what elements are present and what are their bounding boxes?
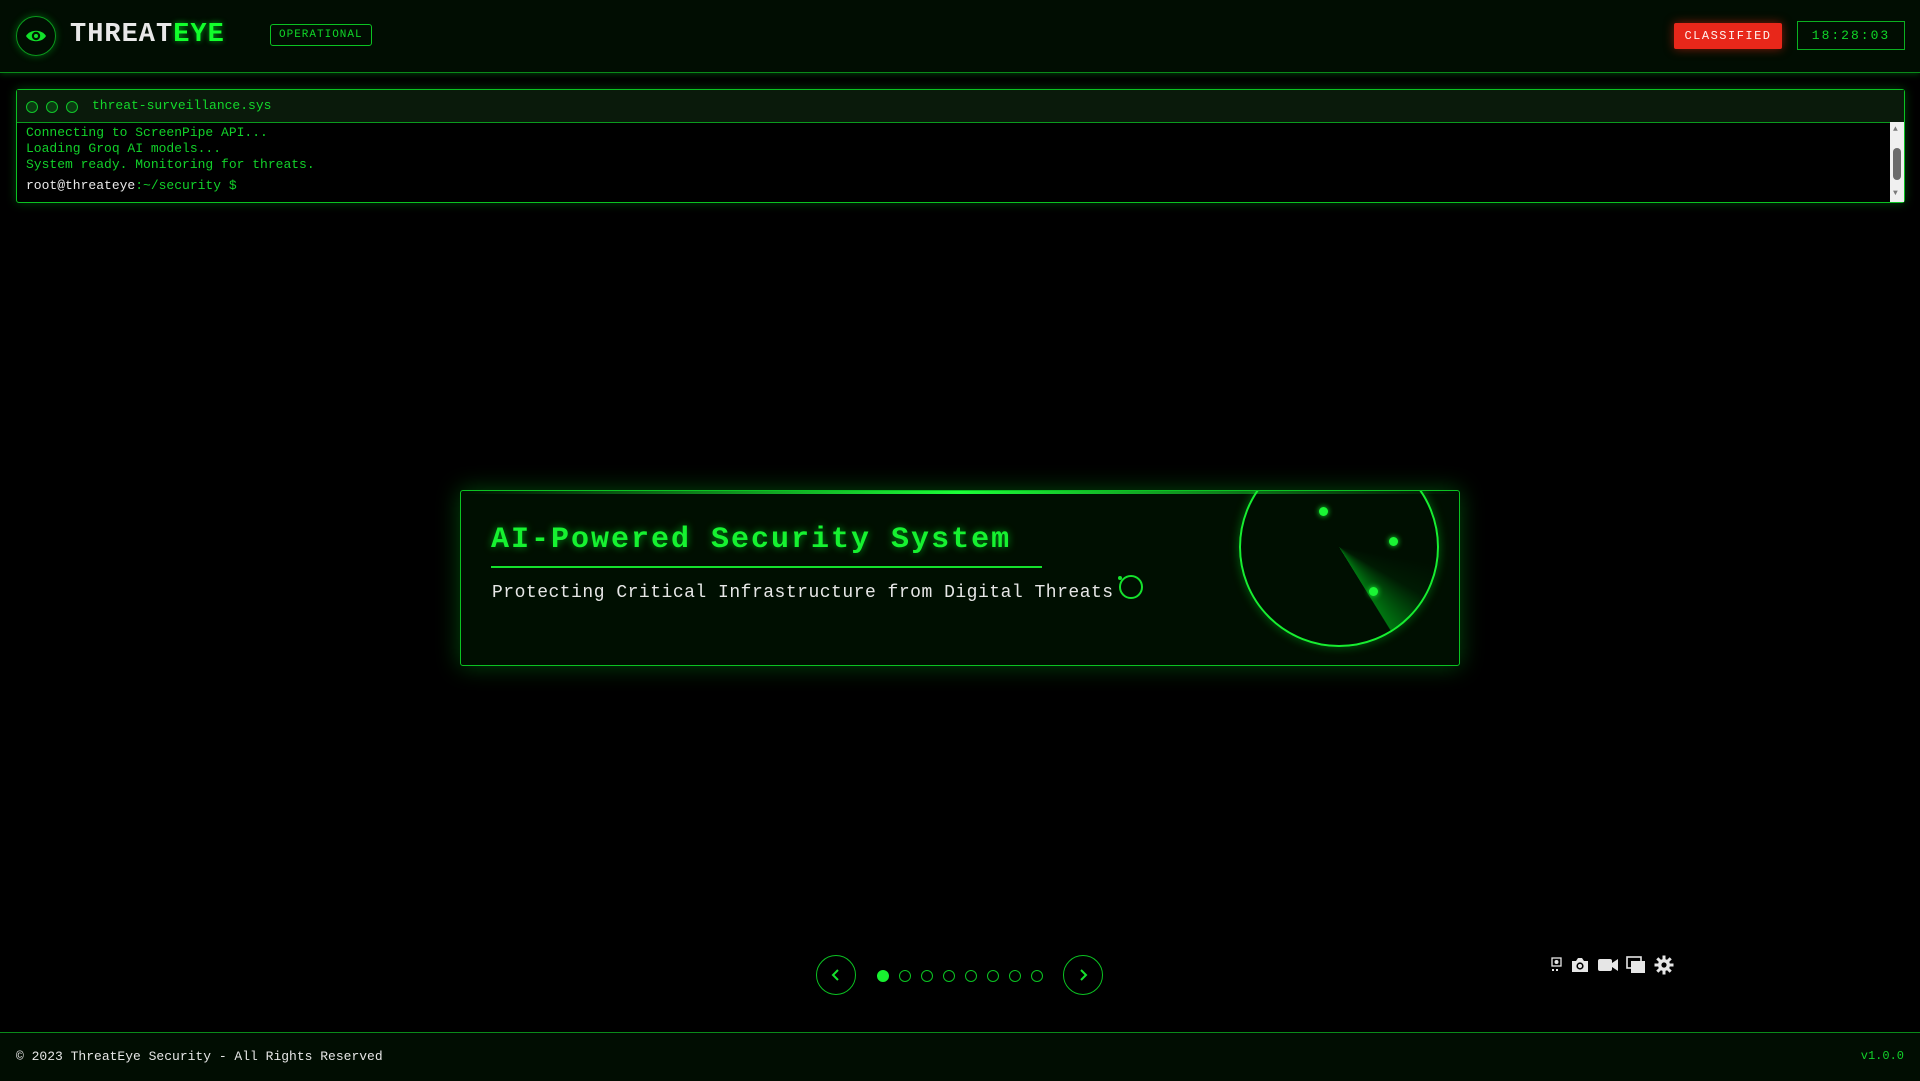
video-icon[interactable] <box>1596 954 1620 976</box>
terminal-window: threat-surveillance.sys Connecting to Sc… <box>16 89 1905 203</box>
terminal-titlebar: threat-surveillance.sys <box>17 90 1904 123</box>
top-header: THREATEYE OPERATIONAL CLASSIFIED 18:28:0… <box>0 0 1920 73</box>
brand-name: THREATEYE <box>70 16 225 54</box>
window-icon[interactable] <box>1624 954 1648 976</box>
terminal-line: Connecting to ScreenPipe API... <box>26 125 268 140</box>
terminal-line: Loading Groq AI models... <box>26 141 222 156</box>
cursor-ring-icon <box>1119 575 1143 599</box>
window-dot-close[interactable] <box>26 101 38 113</box>
prompt-path: :~/security $ <box>135 178 237 193</box>
radar-blip <box>1369 587 1378 596</box>
classified-badge: CLASSIFIED <box>1674 23 1782 49</box>
page-footer: © 2023 ThreatEye Security - All Rights R… <box>0 1032 1920 1081</box>
cursor-dot-icon <box>1118 576 1122 580</box>
scroll-down-icon[interactable]: ▼ <box>1893 190 1898 198</box>
brand-name-part1: THREAT <box>70 20 174 50</box>
scrollbar-thumb[interactable] <box>1893 148 1901 180</box>
copyright-text: © 2023 ThreatEye Security - All Rights R… <box>16 1049 383 1064</box>
hero-subtitle: Protecting Critical Infrastructure from … <box>492 583 1114 603</box>
carousel-dot-5[interactable] <box>965 970 977 982</box>
carousel-prev-button[interactable] <box>816 955 856 995</box>
chevron-right-icon <box>1080 969 1088 981</box>
terminal-title: threat-surveillance.sys <box>92 98 272 113</box>
carousel-dot-7[interactable] <box>1009 970 1021 982</box>
screenshot-icon[interactable] <box>1550 954 1564 976</box>
prompt-user: root@threateye <box>26 178 136 193</box>
capture-toolbar <box>1546 953 1676 977</box>
window-dot-minimize[interactable] <box>46 101 58 113</box>
terminal-output: Connecting to ScreenPipe API... Loading … <box>17 123 1904 196</box>
brand-name-part2: EYE <box>173 20 225 50</box>
radar-sweep <box>1241 491 1437 645</box>
carousel-dot-6[interactable] <box>987 970 999 982</box>
chevron-left-icon <box>831 969 839 981</box>
system-clock: 18:28:03 <box>1797 21 1905 50</box>
terminal-scrollbar[interactable]: ▲ ▼ <box>1890 122 1904 202</box>
radar-icon <box>1239 491 1439 647</box>
carousel-dot-3[interactable] <box>921 970 933 982</box>
hero-title-underline <box>491 566 1042 568</box>
scroll-up-icon[interactable]: ▲ <box>1893 126 1898 134</box>
radar-blip <box>1319 507 1328 516</box>
status-badge: OPERATIONAL <box>270 24 372 46</box>
radar-blip <box>1389 537 1398 546</box>
carousel-dot-1[interactable] <box>877 970 889 982</box>
version-label: v1.0.0 <box>1860 1049 1904 1063</box>
eye-logo-icon <box>16 16 56 56</box>
window-dot-maximize[interactable] <box>66 101 78 113</box>
carousel-next-button[interactable] <box>1063 955 1103 995</box>
terminal-line: System ready. Monitoring for threats. <box>26 157 315 172</box>
hero-title: AI-Powered Security System <box>491 523 1012 557</box>
carousel-dot-4[interactable] <box>943 970 955 982</box>
camera-icon[interactable] <box>1568 954 1592 976</box>
carousel-dot-8[interactable] <box>1031 970 1043 982</box>
carousel-dot-2[interactable] <box>899 970 911 982</box>
hero-card: AI-Powered Security System Protecting Cr… <box>460 490 1460 666</box>
terminal-prompt[interactable]: root@threateye:~/security $ <box>26 178 1895 194</box>
settings-icon[interactable] <box>1652 954 1676 976</box>
